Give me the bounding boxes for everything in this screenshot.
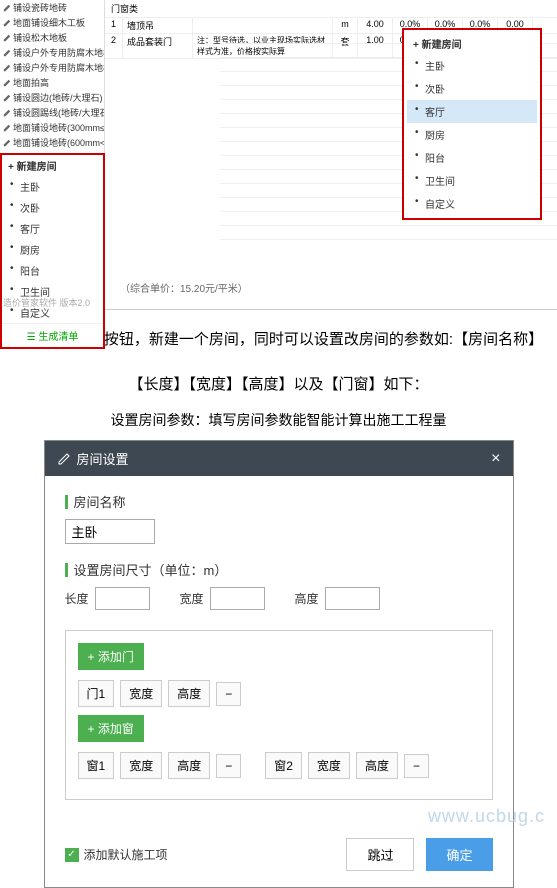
- generate-list-button[interactable]: ☰ 生成清单: [2, 323, 103, 347]
- new-room-header[interactable]: + 新建房间: [407, 33, 537, 54]
- room-menu-item[interactable]: 卫生间: [407, 169, 537, 192]
- dimensions-label: 设置房间尺寸（单位：m）: [65, 560, 493, 579]
- dialog-title-bar[interactable]: 房间设置 ×: [45, 441, 513, 476]
- check-icon: ✓: [65, 848, 79, 862]
- door-window-section: + 添加门 门1 宽度 高度 − + 添加窗 窗1 宽度 高度 − 窗2 宽度 …: [65, 630, 493, 800]
- sidebar-item[interactable]: 铺设圆踢线(地砖/大理石): [0, 105, 104, 120]
- pencil-icon: [3, 94, 11, 102]
- sidebar-item[interactable]: 铺设松木地板: [0, 30, 104, 45]
- remove-window-1-button[interactable]: −: [216, 754, 241, 778]
- width-label: 宽度: [180, 590, 204, 607]
- room-list-item[interactable]: 阳台: [2, 260, 103, 281]
- instruction-text-2: 【长度】【宽度】【高度】以及【门窗】如下：: [0, 369, 557, 406]
- dialog-title: 房间设置: [77, 449, 129, 468]
- sidebar-item[interactable]: 铺设瓷砖地砖: [0, 0, 104, 15]
- room-menu-item[interactable]: 主卧: [407, 54, 537, 77]
- door-height-label[interactable]: 高度: [168, 680, 210, 707]
- sidebar-item[interactable]: 地面铺设地砖(600mm<单: [0, 135, 104, 150]
- pencil-icon: [3, 139, 11, 147]
- window-1-label: 窗1: [78, 752, 115, 779]
- category-label: 门窗类: [111, 4, 138, 14]
- new-room-header-left[interactable]: + 新建房间: [2, 155, 103, 176]
- length-label: 长度: [65, 590, 89, 607]
- room-settings-dialog: 房间设置 × 房间名称 设置房间尺寸（单位：m） 长度 宽度 高度: [44, 440, 514, 888]
- confirm-button[interactable]: 确定: [426, 838, 492, 871]
- length-input[interactable]: [95, 587, 150, 610]
- pencil-icon: [3, 4, 11, 12]
- room-menu-item[interactable]: 厨房: [407, 123, 537, 146]
- pencil-icon: [3, 19, 11, 27]
- room-list-item[interactable]: 厨房: [2, 239, 103, 260]
- skip-button[interactable]: 跳过: [346, 838, 414, 871]
- sidebar-item[interactable]: 铺设户外专用防腐木地板准: [0, 45, 104, 60]
- door-width-label[interactable]: 宽度: [120, 680, 162, 707]
- window-2-label: 窗2: [265, 752, 302, 779]
- window-2-height[interactable]: 高度: [356, 752, 398, 779]
- pencil-icon: [3, 34, 11, 42]
- room-list-item[interactable]: 主卧: [2, 176, 103, 197]
- pencil-icon: [3, 79, 11, 87]
- window-1-width[interactable]: 宽度: [120, 752, 162, 779]
- room-list-panel: + 新建房间 主卧次卧客厅厨房阳台卫生间自定义 ☰ 生成清单: [0, 153, 105, 349]
- default-items-checkbox[interactable]: ✓ 添加默认施工项: [65, 846, 168, 863]
- pencil-icon: [3, 49, 11, 57]
- room-name-input[interactable]: [65, 519, 155, 544]
- height-label: 高度: [295, 590, 319, 607]
- room-menu-item[interactable]: 客厅: [407, 100, 537, 123]
- remove-window-2-button[interactable]: −: [404, 754, 429, 778]
- footer-note: 造价管家软件 版本2.0: [3, 296, 90, 309]
- sidebar-item[interactable]: 铺设户外专用防腐木地板: [0, 60, 104, 75]
- room-menu-item[interactable]: 次卧: [407, 77, 537, 100]
- pencil-icon: [3, 124, 11, 132]
- remove-door-button[interactable]: −: [216, 682, 241, 706]
- pencil-icon: [57, 452, 71, 466]
- new-room-dropdown: + 新建房间 主卧次卧客厅厨房阳台卫生间自定义: [402, 28, 542, 220]
- window-1-height[interactable]: 高度: [168, 752, 210, 779]
- add-window-button[interactable]: + 添加窗: [78, 715, 144, 742]
- window-2-width[interactable]: 宽度: [308, 752, 350, 779]
- room-menu-item[interactable]: 自定义: [407, 192, 537, 215]
- room-menu-item[interactable]: 阳台: [407, 146, 537, 169]
- height-input[interactable]: [325, 587, 380, 610]
- spreadsheet-view: 铺设瓷砖地砖地面铺设细木工板铺设松木地板铺设户外专用防腐木地板准铺设户外专用防腐…: [0, 0, 557, 310]
- sidebar-item[interactable]: 地面拍高: [0, 75, 104, 90]
- add-door-button[interactable]: + 添加门: [78, 643, 144, 670]
- sidebar-item[interactable]: 地面铺设细木工板: [0, 15, 104, 30]
- room-list-item[interactable]: 次卧: [2, 197, 103, 218]
- width-input[interactable]: [210, 587, 265, 610]
- close-icon[interactable]: ×: [491, 450, 500, 468]
- instruction-text-3: 设置房间参数：填写房间参数能智能计算出施工工程量: [0, 406, 557, 440]
- room-name-label: 房间名称: [65, 492, 493, 511]
- sidebar-item[interactable]: 铺设圆边(地砖/大理石): [0, 90, 104, 105]
- pencil-icon: [3, 64, 11, 72]
- pencil-icon: [3, 109, 11, 117]
- room-list-item[interactable]: 客厅: [2, 218, 103, 239]
- price-note: （综合单价：15.20元/平米）: [120, 280, 248, 295]
- door-1-label: 门1: [78, 680, 115, 707]
- sidebar-item[interactable]: 地面铺设地砖(300mm≤单: [0, 120, 104, 135]
